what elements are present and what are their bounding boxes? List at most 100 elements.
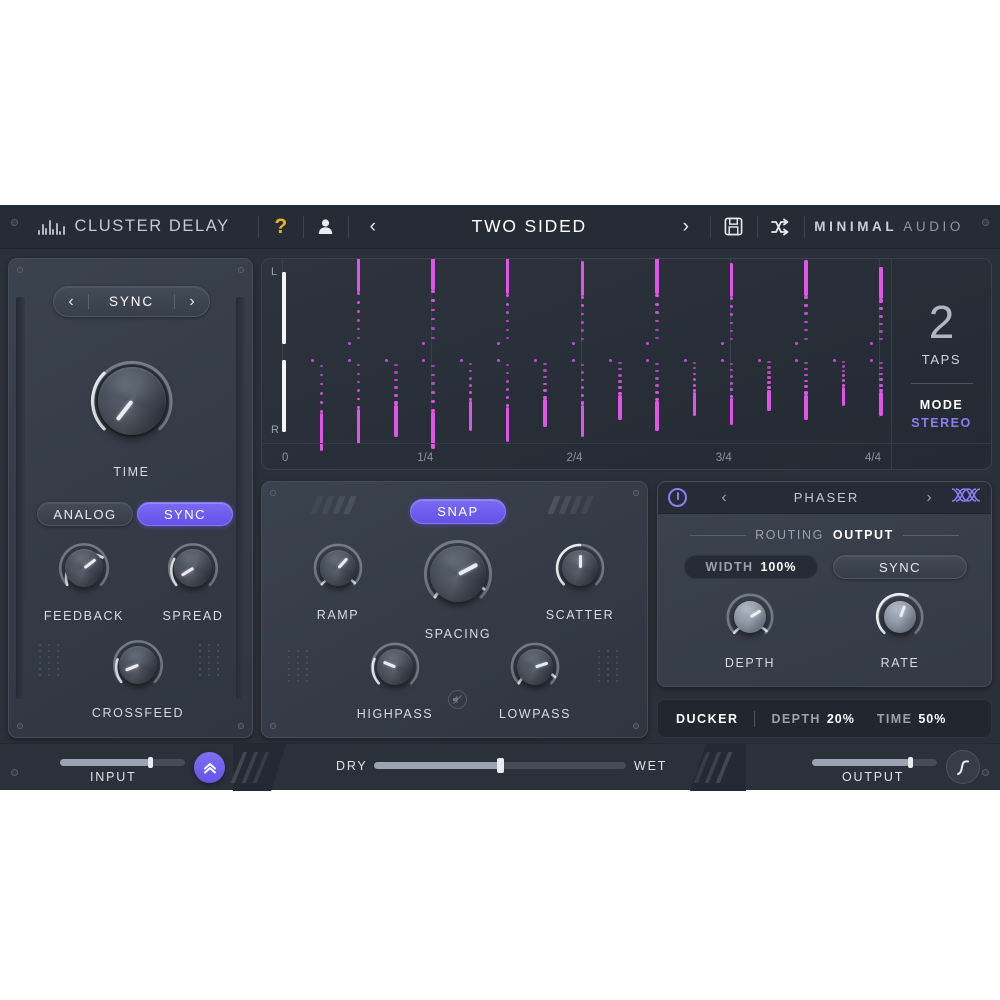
tap-marker — [655, 311, 659, 314]
analog-button-label: ANALOG — [53, 506, 117, 522]
routing-value[interactable]: OUTPUT — [833, 528, 894, 542]
lowpass-knob[interactable] — [505, 637, 565, 697]
divider — [910, 382, 973, 384]
brand-secondary: AUDIO — [903, 219, 964, 234]
tap-marker — [655, 302, 659, 306]
power-icon[interactable] — [668, 488, 687, 507]
tap-marker — [729, 397, 734, 426]
feedback-knob[interactable] — [53, 537, 115, 599]
dry-label: DRY — [336, 759, 368, 773]
input-slider-handle[interactable] — [148, 757, 153, 768]
tap-marker — [804, 329, 808, 332]
tap-plot-area[interactable]: 0 1/4 2/4 3/4 4/4 — [262, 259, 891, 464]
tap-marker — [571, 359, 575, 362]
tap-marker — [655, 377, 659, 380]
ducker-time-value[interactable]: 50% — [918, 712, 946, 726]
rate-knob[interactable] — [871, 588, 929, 646]
divider — [302, 215, 304, 238]
tap-marker — [505, 311, 510, 314]
tap-marker — [347, 342, 351, 345]
output-slider-handle[interactable] — [907, 757, 913, 768]
input-slider[interactable] — [60, 757, 185, 768]
screw-decoration — [17, 267, 23, 273]
taps-readout[interactable]: 2 TAPS MODE STEREO — [891, 259, 991, 469]
chevrons-up-icon — [203, 762, 216, 773]
tap-marker — [505, 388, 510, 391]
preset-name[interactable]: TWO SIDED — [397, 216, 662, 237]
tap-marker — [431, 308, 435, 312]
tap-marker — [841, 374, 846, 378]
tap-marker — [841, 378, 846, 382]
tap-marker — [543, 369, 547, 372]
tap-marker — [795, 359, 799, 362]
stripe-decoration-right — [547, 496, 595, 514]
spread-knob[interactable] — [162, 537, 224, 599]
tap-marker — [879, 307, 883, 311]
tap-visualizer[interactable]: L R 0 1/4 2/4 3/4 4/4 2 TAPS MODE STEREO — [261, 258, 992, 470]
phaser-sync-button[interactable]: SYNC — [833, 555, 967, 579]
time-mode-next-button[interactable]: › — [175, 293, 209, 311]
routing-row: ROUTING OUTPUT — [658, 528, 991, 542]
tap-marker — [505, 372, 510, 375]
expand-button[interactable] — [194, 752, 225, 783]
sync-button[interactable]: SYNC — [137, 502, 233, 526]
snap-button-label: SNAP — [437, 504, 479, 519]
tap-marker — [394, 363, 398, 366]
highpass-knob-group: HIGHPASS — [345, 637, 445, 721]
tap-marker — [580, 363, 584, 366]
tap-marker — [767, 386, 771, 390]
highpass-knob[interactable] — [365, 637, 425, 697]
grip-dots-right — [598, 650, 621, 682]
mix-slider[interactable] — [374, 758, 626, 773]
mix-slider-handle[interactable] — [497, 758, 504, 773]
time-mode-prev-button[interactable]: ‹ — [54, 293, 88, 311]
save-preset-button[interactable] — [720, 213, 748, 241]
tap-marker — [729, 313, 734, 317]
spacing-knob[interactable] — [415, 531, 501, 617]
output-curve-button[interactable] — [946, 750, 980, 784]
tap-marker — [394, 404, 398, 437]
time-mode-selector[interactable]: ‹ SYNC › — [53, 286, 210, 317]
randomize-button[interactable] — [767, 213, 795, 241]
tap-marker — [646, 359, 650, 362]
depth-knob[interactable] — [721, 588, 779, 646]
tap-marker — [767, 361, 771, 364]
ducker-depth-value[interactable]: 20% — [827, 712, 855, 726]
tap-marker — [356, 328, 361, 331]
ducker-bar[interactable]: DUCKER DEPTH 20% TIME 50% — [657, 699, 992, 738]
snap-button[interactable]: SNAP — [410, 499, 506, 524]
divider — [754, 710, 756, 727]
preset-next-button[interactable]: › — [672, 213, 700, 241]
phaser-wave-icon[interactable] — [950, 486, 981, 509]
mix-slider-fill — [374, 762, 500, 769]
ducker-title: DUCKER — [676, 711, 739, 726]
mode-value[interactable]: STEREO — [911, 416, 971, 430]
tap-marker — [692, 392, 697, 416]
scatter-knob[interactable] — [550, 538, 610, 598]
fx-next-button[interactable]: › — [914, 489, 944, 507]
stripe-decoration-left — [230, 752, 291, 783]
help-button[interactable]: ? — [267, 213, 295, 241]
time-mode-value: SYNC — [108, 294, 155, 309]
analog-button[interactable]: ANALOG — [37, 502, 133, 526]
user-account-button[interactable] — [312, 213, 340, 241]
tap-marker — [505, 404, 510, 408]
save-icon — [724, 217, 743, 236]
tap-marker — [767, 366, 771, 369]
tap-marker — [804, 260, 808, 296]
preset-prev-button[interactable]: ‹ — [359, 213, 387, 241]
ramp-knob[interactable] — [308, 538, 368, 598]
width-control[interactable]: WIDTH 100% — [684, 555, 818, 579]
depth-knob-label: DEPTH — [724, 656, 776, 670]
fx-prev-button[interactable]: ‹ — [709, 489, 739, 507]
tap-marker — [879, 389, 883, 393]
crossfeed-knob[interactable] — [107, 634, 169, 696]
speaker-mute-icon[interactable] — [448, 690, 467, 709]
screw-decoration — [17, 723, 23, 729]
tap-marker — [431, 408, 435, 412]
output-slider[interactable] — [812, 757, 937, 768]
time-knob[interactable] — [78, 347, 186, 455]
tap-marker — [767, 389, 771, 411]
tap-marker — [356, 364, 361, 367]
tap-marker — [580, 321, 584, 324]
